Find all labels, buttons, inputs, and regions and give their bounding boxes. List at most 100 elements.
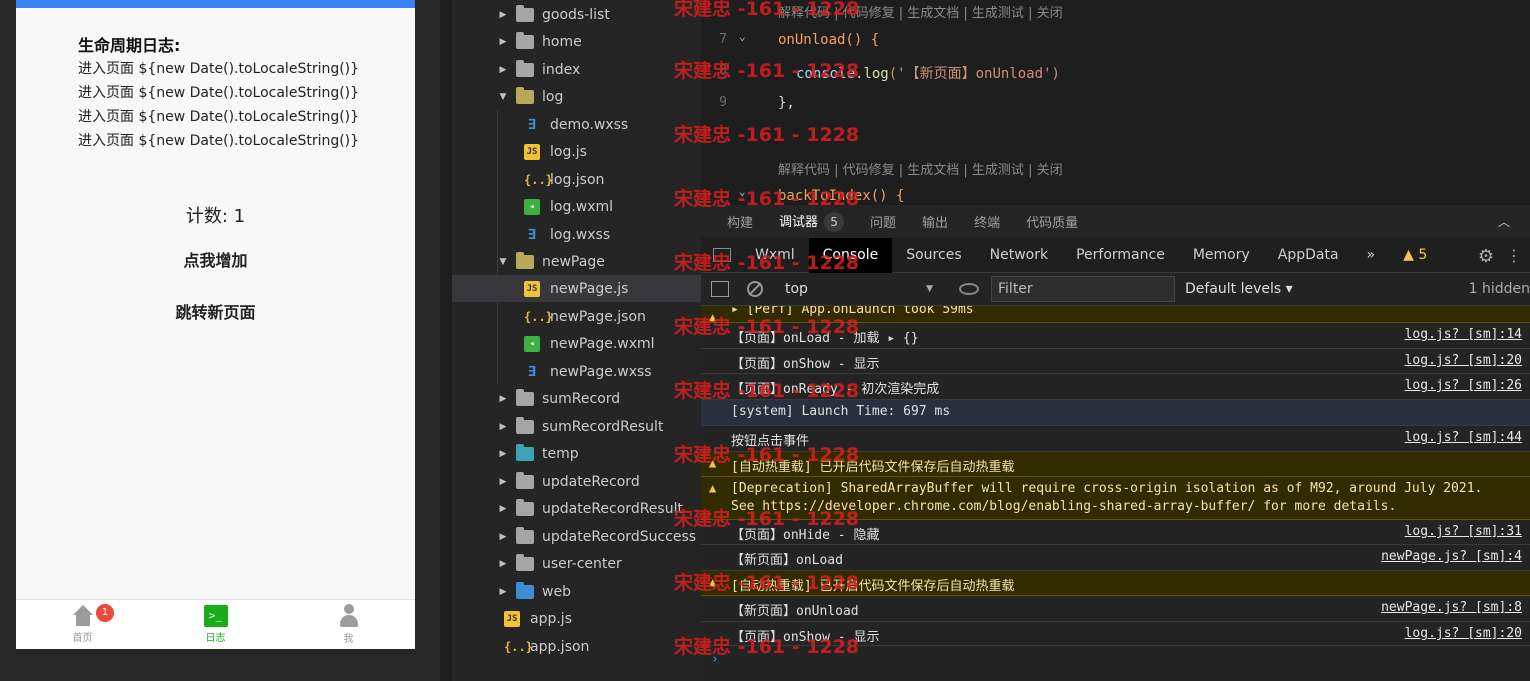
tab-sources[interactable]: Sources (892, 238, 975, 273)
source-link[interactable]: log.js? [sm]:20 (1405, 626, 1522, 641)
console-toolbar: top Default levels ▾ 1 hidden (701, 273, 1530, 306)
tab-issues[interactable]: 问题 (870, 212, 896, 231)
line-number: 9 (719, 95, 727, 110)
tree-item[interactable]: ▶ updateRecordResult (452, 495, 701, 522)
tree-item[interactable]: ▶ updateRecord (452, 468, 701, 495)
chevron-right-icon[interactable]: ▶ (498, 532, 508, 542)
fold-chevron-icon[interactable]: ⌄ (739, 30, 746, 43)
code-line: }, (778, 95, 795, 111)
tab-network[interactable]: Network (976, 238, 1062, 273)
log-levels-dropdown[interactable]: Default levels ▾ (1185, 281, 1293, 297)
tab-code-quality[interactable]: 代码质量 (1026, 212, 1078, 231)
filter-input[interactable] (991, 276, 1175, 302)
jump-new-page-button[interactable]: 跳转新页面 (16, 299, 415, 323)
tab-debugger-label: 调试器 (779, 215, 819, 230)
tab-appdata[interactable]: AppData (1264, 238, 1353, 273)
tree-item[interactable]: ∃ demo.wxss (452, 111, 701, 138)
more-tabs-button[interactable]: » (1353, 238, 1390, 273)
tree-item[interactable]: ▶ temp (452, 440, 701, 467)
tree-item-label: log.wxss (550, 226, 611, 243)
tree-item[interactable]: ▶ home (452, 28, 701, 55)
codelens-actions[interactable]: 解释代码 | 代码修复 | 生成文档 | 生成测试 | 关闭 (778, 2, 1063, 21)
source-link[interactable]: log.js? [sm]:44 (1405, 430, 1522, 445)
line-number: 8 (719, 63, 727, 78)
clear-console-icon[interactable] (747, 281, 763, 297)
chevron-right-icon[interactable]: ▶ (498, 37, 508, 47)
tree-item[interactable]: ∃ newPage.wxss (452, 358, 701, 385)
chevron-right-icon[interactable]: ▶ (498, 422, 508, 432)
console-row: 【页面】onHide - 隐藏 log.js? [sm]:31 (701, 520, 1530, 545)
codelens-actions[interactable]: 解释代码 | 代码修复 | 生成文档 | 生成测试 | 关闭 (778, 159, 1063, 178)
source-link[interactable]: log.js? [sm]:31 (1405, 524, 1522, 539)
tab-debugger[interactable]: 调试器 5 (779, 211, 845, 232)
chevron-right-icon[interactable]: ▶ (498, 504, 508, 514)
tree-item[interactable]: JS newPage.js (452, 275, 701, 302)
json-file-icon: {..} (524, 309, 553, 324)
tab-home[interactable]: 1 首页 (16, 600, 149, 649)
chevron-right-icon[interactable]: ▶ (498, 587, 508, 597)
collapse-panel-icon[interactable]: ︿ (1498, 213, 1510, 230)
inspect-element-icon[interactable] (713, 248, 731, 262)
phone-top-bar (16, 0, 415, 8)
tab-memory[interactable]: Memory (1179, 238, 1264, 273)
eye-icon[interactable] (959, 283, 979, 295)
tree-item[interactable]: ◂ log.wxml (452, 193, 701, 220)
source-link[interactable]: newPage.js? [sm]:4 (1381, 549, 1522, 564)
warning-count[interactable]: ▲ 5 (1403, 247, 1427, 263)
tree-item[interactable]: ∃ log.wxss (452, 221, 701, 248)
source-link[interactable]: log.js? [sm]:26 (1405, 378, 1522, 393)
tree-item-label: goods-list (542, 6, 610, 23)
tree-item-label: updateRecord (542, 473, 640, 490)
tree-item[interactable]: JS log.js (452, 138, 701, 165)
tree-item[interactable]: ▼ log (452, 83, 701, 110)
source-link[interactable]: newPage.js? [sm]:8 (1381, 600, 1522, 615)
tree-item[interactable]: ▶ updateRecordSuccess (452, 523, 701, 550)
chevron-right-icon[interactable]: ▶ (498, 10, 508, 20)
tab-output[interactable]: 输出 (922, 212, 948, 231)
tree-item-label: newPage.json (550, 308, 646, 325)
log-line: 进入页面 ${new Date().toLocaleString()} (78, 61, 360, 77)
gear-icon[interactable]: ⚙ (1478, 246, 1494, 267)
tab-terminal[interactable]: 终端 (974, 212, 1000, 231)
fold-chevron-icon[interactable]: ⌄ (739, 185, 746, 198)
source-link[interactable]: log.js? [sm]:14 (1405, 327, 1522, 342)
chevron-down-icon[interactable]: ▼ (498, 92, 508, 102)
log-lines: 进入页面 ${new Date().toLocaleString()} 进入页面… (78, 60, 359, 156)
code-editor[interactable]: 解释代码 | 代码修复 | 生成文档 | 生成测试 | 关闭 7 ⌄ onUnl… (701, 0, 1530, 205)
console-row: 【页面】onReady - 初次渲染完成 log.js? [sm]:26 (701, 374, 1530, 400)
console-message-continued[interactable]: See https://developer.chrome.com/blog/en… (731, 499, 1396, 514)
tree-item[interactable]: ▶ index (452, 56, 701, 83)
chevron-down-icon[interactable]: ▼ (498, 257, 508, 267)
source-link[interactable]: log.js? [sm]:20 (1405, 353, 1522, 368)
console-row: 【页面】onShow - 显示 log.js? [sm]:20 (701, 622, 1530, 646)
more-options-icon[interactable]: ⋮ (1506, 246, 1522, 265)
context-select[interactable]: top (779, 277, 941, 301)
tree-item[interactable]: ▼ newPage (452, 248, 701, 275)
sidebar-toggle-icon[interactable] (711, 281, 729, 297)
log-line: 进入页面 ${new Date().toLocaleString()} (78, 109, 360, 125)
tree-item[interactable]: JS app.js (452, 605, 701, 632)
chevron-right-icon[interactable]: ▶ (498, 449, 508, 459)
tree-item[interactable]: ▶ sumRecord (452, 385, 701, 412)
chevron-right-icon[interactable]: ▶ (498, 559, 508, 569)
tab-me[interactable]: 我 (282, 600, 415, 649)
console-prompt[interactable]: › (711, 652, 719, 667)
tree-item[interactable]: {..} app.json (452, 633, 701, 660)
increment-button[interactable]: 点我增加 (16, 247, 415, 271)
tree-item[interactable]: {..} newPage.json (452, 303, 701, 330)
chevron-right-icon[interactable]: ▶ (498, 65, 508, 75)
chevron-right-icon[interactable]: ▶ (498, 477, 508, 487)
tree-item[interactable]: ▶ user-center (452, 550, 701, 577)
tree-item[interactable]: ◂ newPage.wxml (452, 330, 701, 357)
tree-item[interactable]: ▶ goods-list (452, 1, 701, 28)
tab-log[interactable]: >_ 日志 (149, 600, 282, 649)
tab-console[interactable]: Console (808, 237, 893, 273)
console-row: ▲ ▸ [Perf] App.onLaunch took 59ms (701, 306, 1530, 324)
tree-item[interactable]: {..} log.json (452, 166, 701, 193)
tree-item[interactable]: ▶ web (452, 578, 701, 605)
chevron-right-icon[interactable]: ▶ (498, 394, 508, 404)
tab-wxml[interactable]: Wxml (741, 238, 809, 273)
tree-item[interactable]: ▶ sumRecordResult (452, 413, 701, 440)
tab-build[interactable]: 构建 (727, 212, 753, 231)
tab-performance[interactable]: Performance (1062, 238, 1179, 273)
